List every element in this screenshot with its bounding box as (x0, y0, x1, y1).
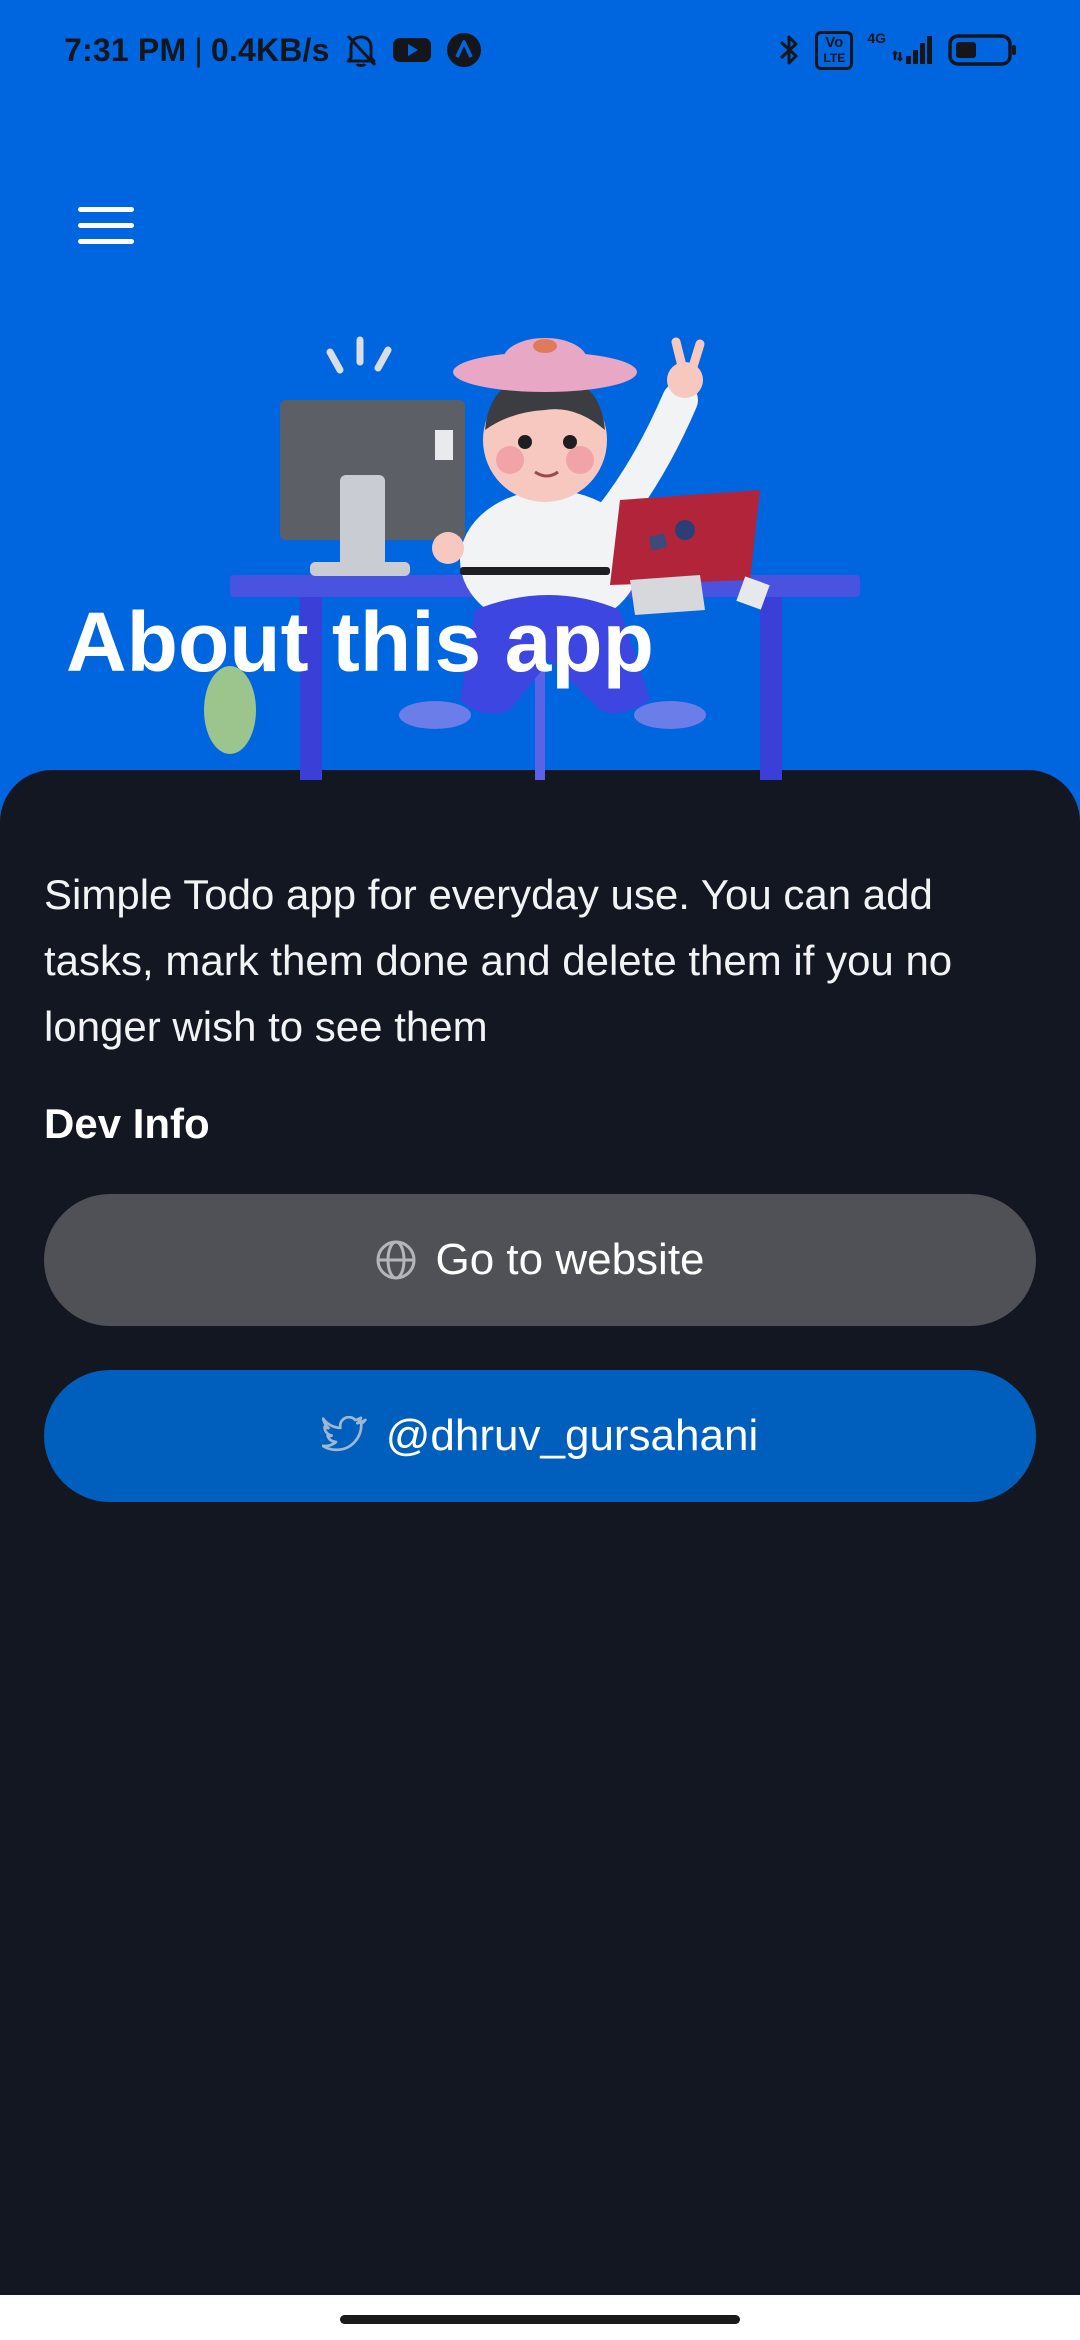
status-right: Vo LTE 4G (777, 30, 1018, 70)
volte-badge: Vo LTE (815, 30, 854, 70)
hamburger-menu-icon (78, 206, 134, 212)
go-to-website-button[interactable]: Go to website (44, 1194, 1036, 1326)
developer-illustration (204, 336, 860, 780)
menu-button[interactable] (60, 190, 150, 260)
volte-bottom-text: LTE (823, 50, 846, 65)
home-indicator[interactable] (340, 2315, 740, 2324)
bluetooth-icon (777, 32, 801, 68)
page-title: About this app (66, 595, 654, 689)
status-left: 7:31 PM | 0.4KB/s (64, 32, 482, 69)
twitter-handle-label: @dhruv_gursahani (385, 1411, 759, 1460)
battery-icon (948, 33, 1018, 67)
signal-strength-icon (892, 34, 934, 66)
volte-top-text: Vo (825, 33, 844, 51)
go-to-website-label: Go to website (435, 1235, 705, 1284)
app-notification-icon (446, 32, 482, 68)
network-type-label: 4G (867, 30, 886, 46)
content-sheet: Simple Todo app for everyday use. You ca… (0, 770, 1080, 2295)
status-separator: | (194, 31, 203, 68)
dev-info-heading: Dev Info (44, 1100, 210, 1147)
hamburger-menu-icon-line (78, 238, 134, 244)
header-hero: About this app (0, 100, 1080, 780)
status-bar: 7:31 PM | 0.4KB/s Vo LTE 4G (0, 0, 1080, 100)
hamburger-menu-icon-line (78, 222, 134, 228)
system-navigation-bar (0, 2295, 1080, 2340)
twitter-bird-icon (321, 1416, 368, 1456)
twitter-profile-button[interactable]: @dhruv_gursahani (44, 1370, 1036, 1502)
globe-icon (375, 1239, 417, 1281)
status-time: 7:31 PM (64, 31, 187, 68)
status-network-speed: 0.4KB/s (210, 31, 330, 68)
notifications-muted-icon (344, 32, 378, 68)
app-description: Simple Todo app for everyday use. You ca… (44, 871, 953, 1050)
youtube-icon (392, 35, 432, 65)
